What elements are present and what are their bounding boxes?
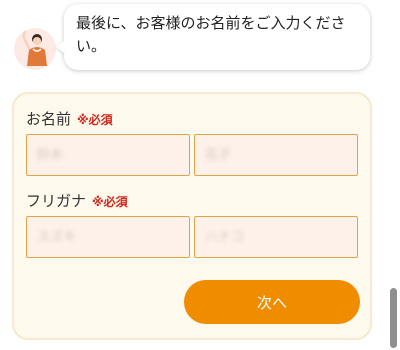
name-form-card: お名前 ※必須 フリガナ ※必須 次へ <box>12 92 372 340</box>
last-name-kana-input[interactable] <box>26 216 190 258</box>
scrollbar[interactable] <box>386 0 400 350</box>
name-label: お名前 ※必須 <box>26 108 113 129</box>
last-name-input[interactable] <box>26 134 190 176</box>
first-name-input[interactable] <box>194 134 358 176</box>
first-name-kana-input[interactable] <box>194 216 358 258</box>
operator-avatar-icon <box>14 28 56 70</box>
kana-required-badge: ※必須 <box>92 195 128 209</box>
scrollbar-thumb[interactable] <box>390 288 397 348</box>
chat-message-text: 最後に、お客様のお名前をご入力ください。 <box>76 14 346 55</box>
kana-label-text: フリガナ <box>26 192 87 210</box>
name-label-text: お名前 <box>26 110 72 128</box>
chat-bubble: 最後に、お客様のお名前をご入力ください。 <box>64 4 370 70</box>
chat-message-row: 最後に、お客様のお名前をご入力ください。 <box>0 0 380 80</box>
next-button[interactable]: 次へ <box>184 280 360 324</box>
kana-label: フリガナ ※必須 <box>26 190 128 211</box>
name-required-badge: ※必須 <box>77 113 113 127</box>
